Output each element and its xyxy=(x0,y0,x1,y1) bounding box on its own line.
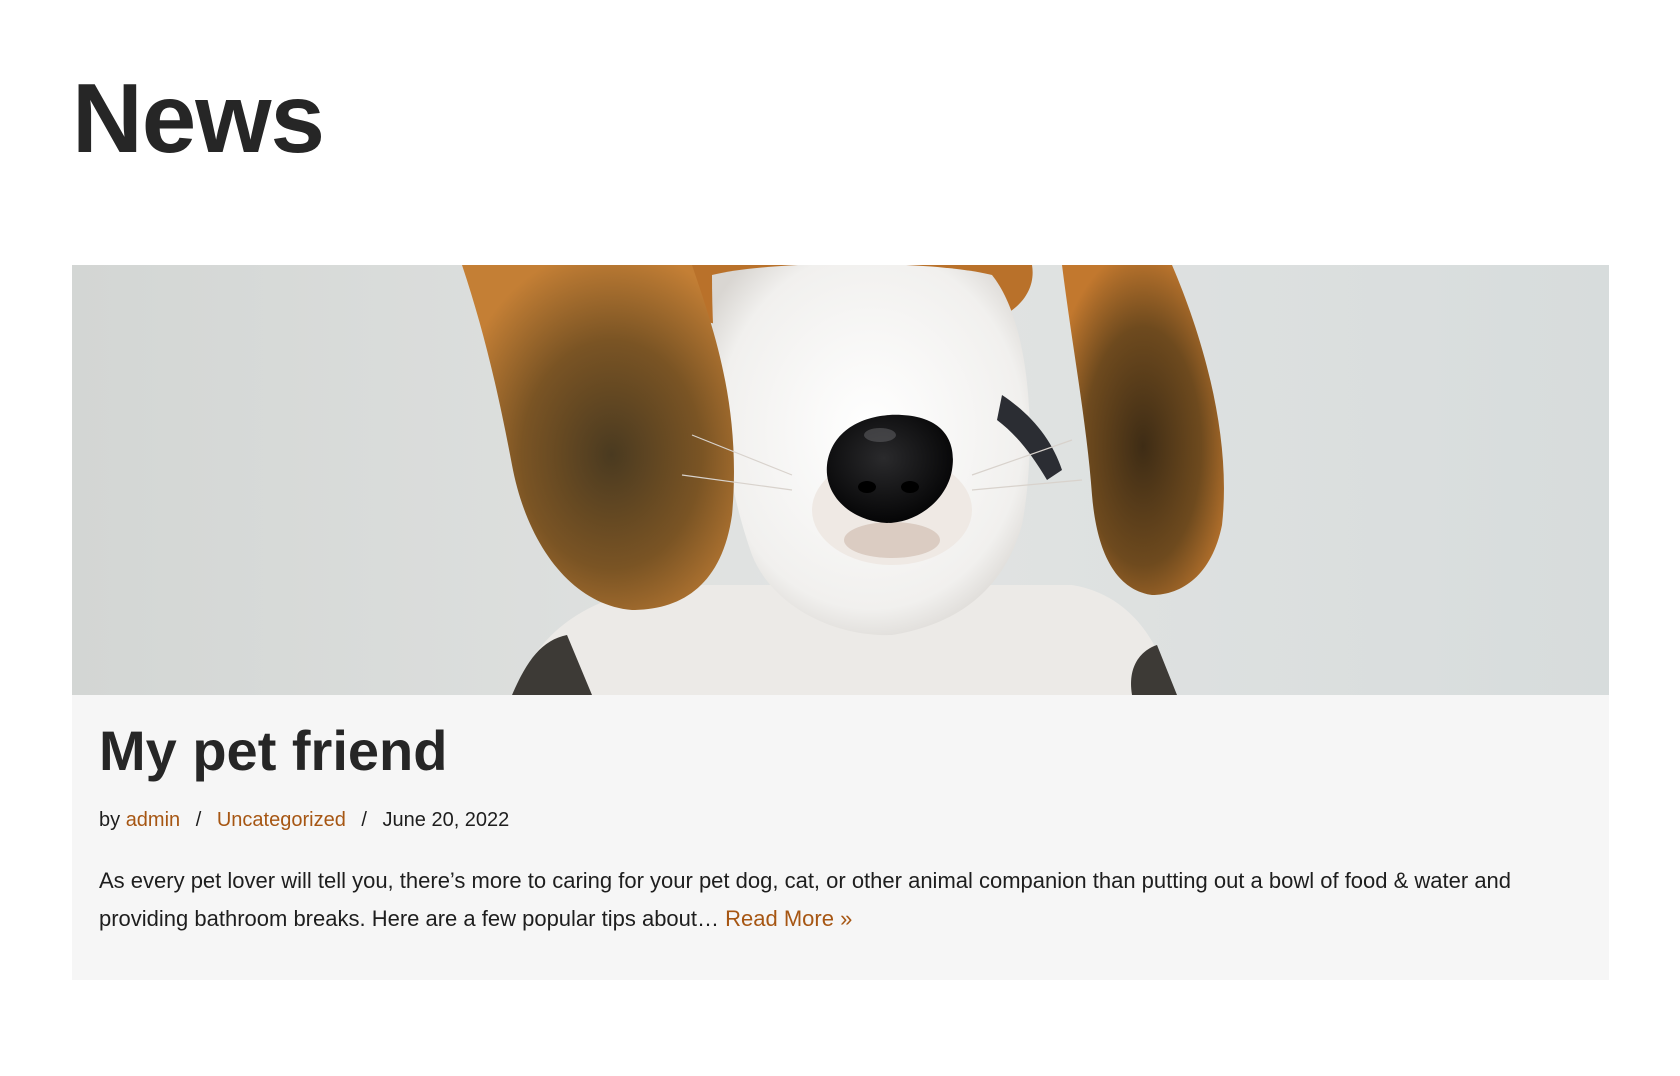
page-title: News xyxy=(72,63,325,173)
page: News My pet friend by admin / Uncategori… xyxy=(0,0,1680,1076)
post-date: June 20, 2022 xyxy=(382,809,510,832)
author-link[interactable]: admin xyxy=(126,809,180,831)
post-card: My pet friend by admin / Uncategorized /… xyxy=(72,265,1609,980)
post-body: My pet friend by admin / Uncategorized /… xyxy=(99,717,1589,960)
beagle-puppy-photo xyxy=(72,265,1609,695)
post-featured-image[interactable] xyxy=(72,265,1609,695)
post-title[interactable]: My pet friend xyxy=(99,717,1589,784)
meta-separator: / xyxy=(195,809,202,832)
post-excerpt: As every pet lover will tell you, there’… xyxy=(99,862,1589,938)
category-link[interactable]: Uncategorized xyxy=(217,809,346,831)
by-label: by xyxy=(99,809,121,832)
post-meta: by admin / Uncategorized / June 20, 2022 xyxy=(99,806,1589,834)
meta-separator: / xyxy=(361,809,367,832)
read-more-link[interactable]: Read More » xyxy=(725,906,852,931)
